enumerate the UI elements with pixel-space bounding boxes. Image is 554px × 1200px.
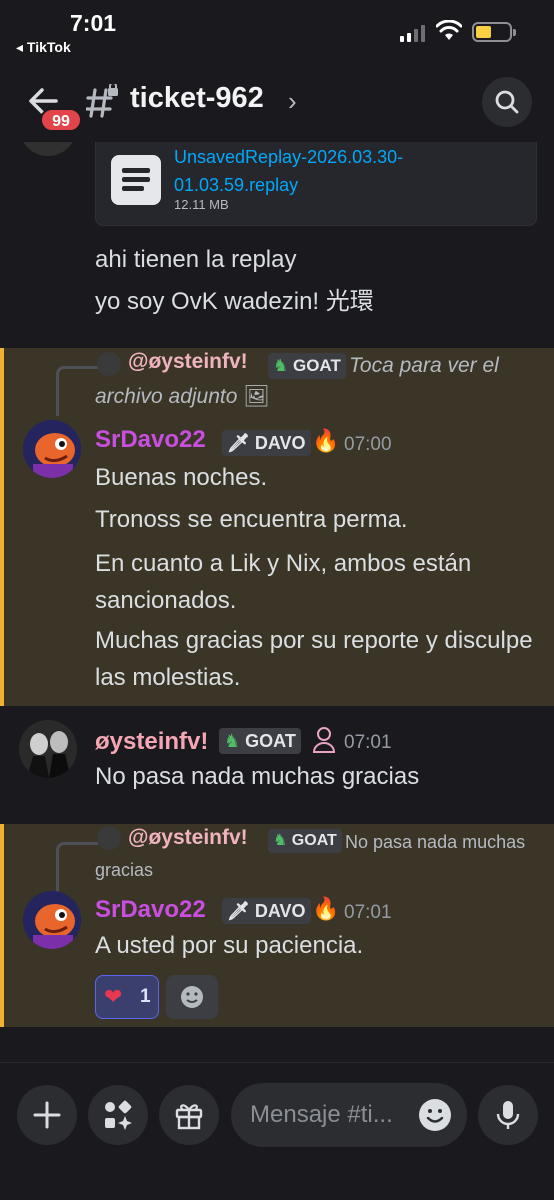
- fishstick-avatar-icon: [23, 891, 81, 949]
- search-button[interactable]: [482, 77, 532, 127]
- avatar[interactable]: [23, 891, 81, 949]
- smiley-icon: [181, 986, 203, 1008]
- gift-button[interactable]: [159, 1085, 219, 1145]
- channel-chevron-icon[interactable]: ›: [288, 86, 297, 117]
- search-icon: [495, 90, 519, 114]
- back-to-app-link[interactable]: ◂ TikTok: [16, 39, 71, 56]
- gift-icon: [175, 1104, 203, 1130]
- avatar[interactable]: [23, 420, 81, 478]
- message-author[interactable]: øysteinfv!: [95, 728, 208, 756]
- status-bar: 7:01 ◂ TikTok: [0, 0, 554, 62]
- avatar[interactable]: [19, 720, 77, 778]
- reaction-count: 1: [140, 986, 151, 1007]
- microphone-icon: [496, 1101, 520, 1129]
- apps-sparkle-icon: [105, 1100, 132, 1130]
- role-tag: ♞ GOAT: [219, 728, 301, 754]
- composer-bar: Mensaje #ti...: [0, 1062, 554, 1200]
- fire-icon: 🔥: [312, 896, 340, 921]
- timestamp: 07:00: [344, 434, 392, 455]
- tag-label: DAVO: [254, 901, 306, 921]
- add-attachment-button[interactable]: [17, 1085, 77, 1145]
- file-attachment[interactable]: UnsavedReplay-2026.03.30-01.03.59.replay…: [95, 142, 537, 226]
- document-icon: [111, 155, 161, 205]
- role-tag: 🗡 DAVO: [222, 898, 311, 924]
- reply-preview[interactable]: Toca para ver el archivo adjunto 🖼: [95, 350, 535, 412]
- message-text: En cuanto a Lik y Nix, ambos están sanci…: [95, 550, 472, 614]
- reply-preview-text: Toca para ver el archivo adjunto: [95, 354, 499, 408]
- reply-preview[interactable]: No pasa nada muchas gracias: [95, 828, 545, 884]
- goat-icon: ♞: [224, 731, 241, 751]
- message-text: yo soy OvK wadezin! 光環: [95, 288, 374, 315]
- channel-title[interactable]: ticket-962: [130, 82, 264, 115]
- timestamp: 07:01: [344, 902, 392, 923]
- message-author[interactable]: SrDavo22: [95, 426, 206, 454]
- sword-icon: 🗡: [227, 901, 250, 921]
- role-tag: 🗡 DAVO: [222, 430, 311, 456]
- wifi-icon: [436, 20, 462, 40]
- fishstick-avatar-icon: [23, 420, 81, 478]
- signal-icon: [400, 24, 425, 42]
- message-text: Buenas noches.: [95, 464, 268, 491]
- unread-badge: 99: [40, 108, 82, 132]
- message-input[interactable]: Mensaje #ti...: [231, 1083, 467, 1147]
- tag-label: DAVO: [254, 433, 306, 453]
- emoji-icon[interactable]: [417, 1097, 453, 1133]
- heart-icon: ❤: [104, 984, 123, 1009]
- tag-label: GOAT: [245, 731, 296, 751]
- message-text: Tronoss se encuentra perma.: [95, 506, 408, 533]
- attachment-file-size: 12.11 MB: [174, 197, 229, 212]
- attachment-file-name[interactable]: UnsavedReplay-2026.03.30-01.03.59.replay: [174, 143, 474, 199]
- sword-icon: 🗡: [227, 433, 250, 453]
- image-icon: 🖼: [243, 385, 270, 408]
- timestamp: 07:01: [344, 732, 392, 753]
- add-reaction-button[interactable]: [166, 975, 218, 1019]
- person-icon: [312, 727, 336, 753]
- voice-message-button[interactable]: [478, 1085, 538, 1145]
- message-author[interactable]: SrDavo22: [95, 896, 206, 924]
- message-text: Muchas gracias por su reporte y disculpe…: [95, 627, 533, 691]
- message-list[interactable]: UnsavedReplay-2026.03.30-01.03.59.replay…: [0, 142, 554, 1062]
- avatar[interactable]: [19, 142, 77, 156]
- message-text: A usted por su paciencia.: [95, 932, 364, 959]
- reaction-heart[interactable]: ❤ 1: [95, 975, 159, 1019]
- fire-icon: 🔥: [312, 428, 340, 453]
- battery-icon: [472, 22, 516, 42]
- message-text: ahi tienen la replay: [95, 246, 297, 273]
- message-input-placeholder: Mensaje #ti...: [250, 1101, 393, 1128]
- bw-photo-avatar-icon: [19, 720, 77, 778]
- highlighted-message-group: @øysteinfv! ♞ GOAT Toca para ver el arch…: [0, 348, 554, 706]
- apps-button[interactable]: [88, 1085, 148, 1145]
- channel-header: 99 ticket-962 ›: [0, 62, 554, 142]
- message-text: No pasa nada muchas gracias: [95, 763, 420, 790]
- highlighted-message-group: @øysteinfv! ♞ GOAT No pasa nada muchas g…: [0, 824, 554, 1027]
- clock: 7:01: [70, 10, 117, 36]
- plus-icon: [33, 1101, 61, 1129]
- locked-thread-channel-icon: [86, 84, 118, 118]
